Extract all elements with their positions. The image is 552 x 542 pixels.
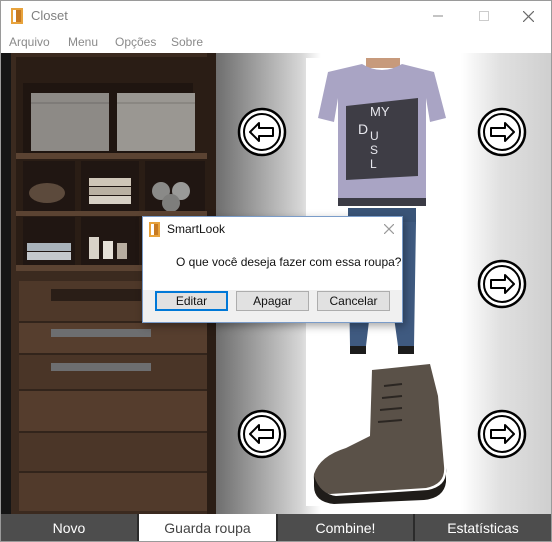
- menu-arquivo[interactable]: Arquivo: [9, 35, 50, 49]
- close-button[interactable]: [505, 1, 551, 31]
- left-edge-bar: [1, 53, 11, 514]
- dialog-title-bar: SmartLook: [143, 217, 402, 242]
- apagar-button[interactable]: Apagar: [236, 291, 309, 311]
- editar-button[interactable]: Editar: [155, 291, 228, 311]
- dialog-body: O que você deseja fazer com essa roupa?: [143, 242, 402, 290]
- menu-menu[interactable]: Menu: [68, 35, 98, 49]
- smartlook-dialog: SmartLook O que você deseja fazer com es…: [142, 216, 403, 323]
- shirt-next-button[interactable]: [477, 107, 527, 157]
- menu-opcoes[interactable]: Opções: [115, 35, 156, 49]
- shirt-previous-button[interactable]: [237, 107, 287, 157]
- title-bar: Closet: [1, 1, 551, 31]
- shoes-next-button[interactable]: [477, 409, 527, 459]
- maximize-icon: [479, 11, 489, 21]
- app-icon: [149, 222, 160, 237]
- close-icon[interactable]: [384, 224, 394, 234]
- shirt-print-letter: MY: [370, 104, 390, 119]
- shirt-item[interactable]: D MY U S L: [306, 58, 457, 206]
- pants-next-button[interactable]: [477, 259, 527, 309]
- menu-sobre[interactable]: Sobre: [171, 35, 203, 49]
- minimize-button[interactable]: [415, 1, 461, 31]
- tab-novo[interactable]: Novo: [1, 514, 139, 541]
- window-title: Closet: [31, 8, 68, 23]
- shirt-print-letter: L: [370, 157, 377, 171]
- dialog-message: O que você deseja fazer com essa roupa?: [176, 255, 402, 269]
- minimize-icon: [433, 15, 443, 17]
- tab-combine[interactable]: Combine!: [278, 514, 415, 541]
- boot-item[interactable]: [306, 356, 457, 506]
- shirt-print-letter: D: [358, 121, 368, 137]
- shirt-image: D MY U S L: [318, 58, 446, 206]
- bottom-tab-bar: Novo Guarda roupa Combine! Estatísticas: [1, 514, 551, 541]
- maximize-button[interactable]: [461, 1, 507, 31]
- app-icon: [11, 8, 23, 24]
- menu-bar: Arquivo Menu Opções Sobre: [1, 32, 551, 52]
- closet-window: Closet Arquivo Menu Opções Sobre D MY U …: [0, 0, 552, 542]
- tab-guarda-roupa[interactable]: Guarda roupa: [139, 514, 278, 541]
- cancelar-button[interactable]: Cancelar: [317, 291, 390, 311]
- shirt-print-letter: U: [370, 129, 379, 143]
- close-icon: [522, 10, 534, 22]
- shirt-print-letter: S: [370, 143, 378, 157]
- shoes-previous-button[interactable]: [237, 409, 287, 459]
- dialog-title: SmartLook: [167, 222, 226, 236]
- boot-image: [313, 364, 447, 504]
- tab-estatisticas[interactable]: Estatísticas: [415, 514, 551, 541]
